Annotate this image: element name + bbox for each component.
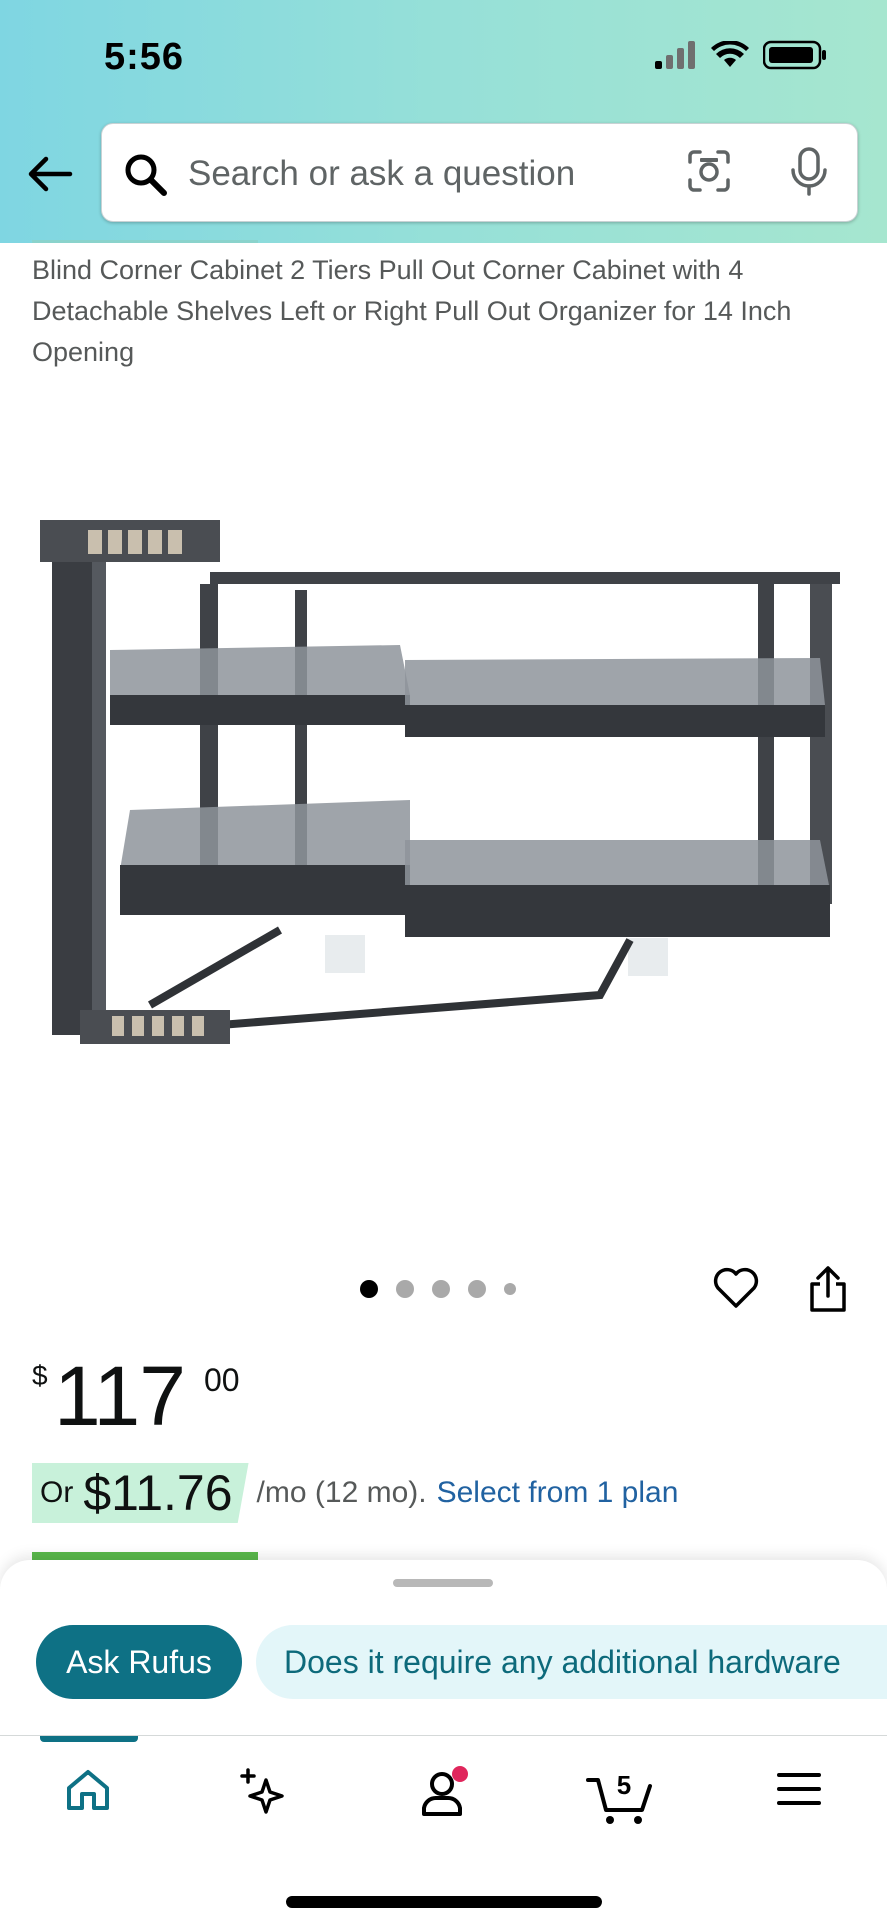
heart-icon[interactable]	[712, 1266, 760, 1310]
financing-or: Or	[40, 1476, 74, 1509]
price-fraction: 00	[204, 1362, 240, 1398]
product-image[interactable]	[40, 500, 850, 1090]
financing-badge: Or $11.76	[32, 1463, 249, 1523]
header: 5:56 Search or ask a question	[0, 0, 887, 243]
camera-icon[interactable]	[686, 148, 732, 194]
account-button[interactable]	[418, 1766, 470, 1825]
financing-row: Or $11.76 /mo (12 mo). Select from 1 pla…	[32, 1463, 678, 1523]
pagination-dot[interactable]	[432, 1280, 450, 1298]
cart-button[interactable]: 5	[586, 1766, 656, 1831]
cart-count: 5	[617, 1770, 631, 1800]
share-icon[interactable]	[806, 1264, 850, 1314]
arrow-left-icon	[28, 156, 73, 192]
status-time: 5:56	[104, 36, 185, 78]
search-icon	[125, 154, 167, 196]
cart-icon: 5	[586, 1770, 652, 1824]
price-whole: 117	[54, 1349, 186, 1443]
image-pagination[interactable]	[360, 1280, 516, 1298]
wifi-icon	[711, 41, 749, 67]
select-plan-link[interactable]: Select from 1 plan	[437, 1476, 679, 1510]
nav-active-indicator	[40, 1736, 138, 1742]
search-bar[interactable]: Search or ask a question	[101, 123, 858, 222]
sparkle-icon[interactable]	[238, 1766, 292, 1820]
pagination-dot[interactable]	[468, 1280, 486, 1298]
home-icon[interactable]	[64, 1766, 112, 1814]
rufus-sheet: Ask Rufus Does it require any additional…	[0, 1560, 887, 1735]
back-button[interactable]	[26, 150, 74, 198]
pagination-dot[interactable]	[504, 1283, 516, 1295]
rufus-suggested-question[interactable]: Does it require any additional hardware	[256, 1625, 887, 1699]
status-icons	[655, 40, 827, 70]
pagination-dot[interactable]	[360, 1280, 378, 1298]
bottom-nav: 5	[0, 1735, 887, 1920]
title-accent-line	[32, 240, 258, 243]
financing-amount: $11.76	[83, 1465, 233, 1521]
battery-icon	[763, 40, 826, 70]
search-input[interactable]: Search or ask a question	[188, 154, 575, 194]
account-icon	[422, 1766, 468, 1816]
product-title[interactable]: Blind Corner Cabinet 2 Tiers Pull Out Co…	[32, 250, 862, 373]
sheet-handle[interactable]	[393, 1579, 493, 1587]
signal-icon	[655, 41, 695, 69]
financing-term: /mo (12 mo).	[256, 1476, 427, 1509]
ask-rufus-button[interactable]: Ask Rufus	[36, 1625, 242, 1699]
microphone-icon[interactable]	[788, 146, 830, 198]
price-symbol: $	[32, 1360, 48, 1391]
pagination-dot[interactable]	[396, 1280, 414, 1298]
menu-icon[interactable]	[776, 1766, 822, 1812]
home-indicator	[286, 1896, 602, 1908]
